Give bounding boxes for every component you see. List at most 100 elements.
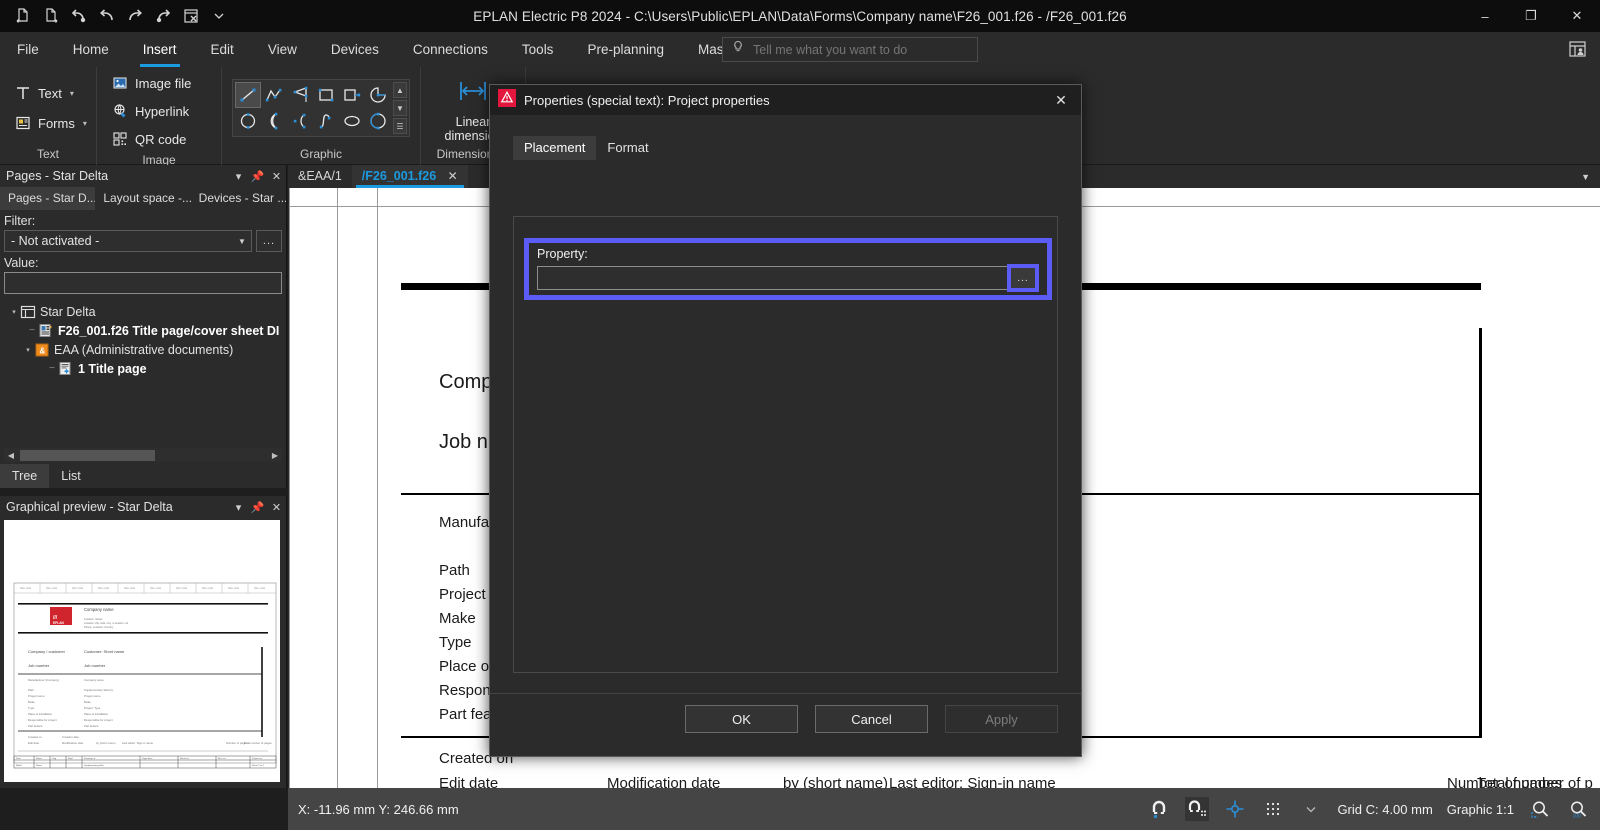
ribbon-button-text[interactable]: Text ▾ <box>10 81 78 105</box>
tab-pages[interactable]: Pages - Star D... <box>0 187 96 210</box>
dialog-close-button[interactable]: ✕ <box>1041 85 1081 115</box>
filter-combobox[interactable]: - Not activated - ▼ <box>4 230 252 252</box>
ribbon-button-image-file[interactable]: Image file <box>107 71 195 95</box>
tree-item-star-delta[interactable]: ▾ Star Delta <box>4 302 282 321</box>
svg-text:100: 100 <box>1573 814 1582 820</box>
tree-item-f26-form[interactable]: ─ F26_001.f26 Title page/cover sheet DI <box>4 321 282 340</box>
chevron-down-icon[interactable]: ▼ <box>1581 172 1600 182</box>
grid-dots-icon[interactable] <box>1261 797 1285 821</box>
gallery-scroll-up-icon[interactable]: ▲ <box>393 82 407 98</box>
line-icon[interactable] <box>235 82 261 108</box>
tell-me-search-box[interactable] <box>722 37 978 62</box>
menu-edit[interactable]: Edit <box>194 32 251 67</box>
rectangle-icon[interactable] <box>313 82 339 108</box>
tab-devices[interactable]: Devices - Star ... <box>191 187 286 210</box>
form-icon <box>38 323 54 339</box>
document-tab-f26[interactable]: /F26_001.f26 ✕ <box>351 165 468 188</box>
spline-icon[interactable] <box>313 108 339 134</box>
filter-browse-button[interactable]: ... <box>256 230 282 252</box>
arc-3point-icon[interactable] <box>261 108 287 134</box>
pin-icon[interactable]: 📌 <box>248 166 267 186</box>
svg-text:Drawing no.: Drawing no. <box>84 757 96 760</box>
scroll-left-icon[interactable]: ◀ <box>4 451 18 460</box>
tab-list[interactable]: List <box>49 464 92 488</box>
menu-view[interactable]: View <box>251 32 314 67</box>
tree-item-title-page[interactable]: ─ 1 Title page <box>4 359 282 378</box>
close-icon[interactable]: ✕ <box>267 497 286 517</box>
menu-devices[interactable]: Devices <box>314 32 396 67</box>
property-browse-label: ... <box>1017 272 1029 284</box>
undo-icon[interactable] <box>66 3 92 29</box>
panel-menu-icon[interactable]: ▾ <box>229 497 248 517</box>
chevron-down-icon[interactable]: ▾ <box>83 119 87 128</box>
menu-connections[interactable]: Connections <box>396 32 505 67</box>
redo-small-icon[interactable] <box>122 3 148 29</box>
polygon-icon[interactable] <box>287 82 313 108</box>
warning-icon <box>498 88 516 112</box>
menu-pre-planning[interactable]: Pre-planning <box>570 32 681 67</box>
title-bar: EPLAN Electric P8 2024 - C:\Users\Public… <box>0 0 1600 32</box>
tab-format[interactable]: Format <box>596 136 659 160</box>
panel-menu-icon[interactable]: ▾ <box>229 166 248 186</box>
document-tab-eaa[interactable]: &EAA/1 <box>288 165 352 188</box>
tab-layout-space[interactable]: Layout space -... <box>95 187 190 210</box>
menu-insert[interactable]: Insert <box>126 32 194 67</box>
gallery-scroll-down-icon[interactable]: ▼ <box>393 100 407 116</box>
ribbon-button-qr-code[interactable]: QR code <box>107 127 190 151</box>
value-input[interactable] <box>4 272 282 294</box>
pie-icon[interactable] <box>365 82 391 108</box>
svg-text:Rev. no.: Rev. no. <box>218 758 226 760</box>
circle-icon[interactable] <box>235 108 261 134</box>
arc-center-icon[interactable] <box>287 108 313 134</box>
ok-button[interactable]: OK <box>685 705 798 733</box>
svg-text:filter code: filter code <box>46 586 58 590</box>
cancel-button[interactable]: Cancel <box>815 705 928 733</box>
scrollbar-thumb[interactable] <box>20 449 155 461</box>
expander-icon[interactable]: ▾ <box>22 346 34 354</box>
tree-label: EAA (Administrative documents) <box>54 342 234 357</box>
minimize-button[interactable]: – <box>1462 0 1508 32</box>
customize-caret-icon[interactable] <box>206 3 232 29</box>
user-profile-icon[interactable] <box>1564 36 1592 62</box>
property-input[interactable] <box>537 266 1008 290</box>
snap-grid-magnet-icon[interactable] <box>1185 797 1210 821</box>
linear-dimension-icon <box>456 76 490 111</box>
ribbon-button-forms[interactable]: Forms ▾ <box>10 111 91 135</box>
close-button[interactable]: ✕ <box>1554 0 1600 32</box>
zoom-100-icon[interactable]: 100 <box>1566 797 1590 821</box>
pages-tree-horizontal-scrollbar[interactable]: ◀ ▶ <box>4 448 282 462</box>
close-icon[interactable]: ✕ <box>448 169 458 183</box>
gallery-expand-icon[interactable]: ☰ <box>393 118 407 134</box>
tab-tree[interactable]: Tree <box>0 464 50 488</box>
polyline-icon[interactable] <box>261 82 287 108</box>
pin-icon[interactable]: 📌 <box>248 497 267 517</box>
chevron-down-icon[interactable]: ▾ <box>70 89 74 98</box>
property-browse-button[interactable]: ... <box>1007 264 1039 292</box>
close-page-icon[interactable] <box>178 3 204 29</box>
search-input[interactable] <box>753 42 953 57</box>
svg-text:Total number of pages: Total number of pages <box>244 741 272 745</box>
rectangle-path-icon[interactable] <box>339 82 365 108</box>
expander-icon[interactable]: ▾ <box>8 308 20 316</box>
snap-magnet-icon[interactable] <box>1147 797 1171 821</box>
crosshair-icon[interactable] <box>1223 797 1247 821</box>
new-page-icon[interactable] <box>10 3 36 29</box>
maximize-button[interactable]: ❐ <box>1508 0 1554 32</box>
ellipse-arc-icon[interactable] <box>365 108 391 134</box>
ellipse-icon[interactable] <box>339 108 365 134</box>
redo-icon[interactable] <box>150 3 176 29</box>
open-page-icon[interactable] <box>38 3 64 29</box>
chevron-down-icon[interactable]: ▼ <box>233 237 251 246</box>
undo-small-icon[interactable] <box>94 3 120 29</box>
close-icon[interactable]: ✕ <box>267 166 286 186</box>
ribbon-button-hyperlink[interactable]: Hyperlink <box>107 99 193 123</box>
zoom-window-icon[interactable] <box>1528 797 1552 821</box>
tab-placement[interactable]: Placement <box>513 136 597 160</box>
scroll-right-icon[interactable]: ▶ <box>268 451 282 460</box>
preview-canvas[interactable]: filter code filter code filter code filter… <box>4 520 280 782</box>
menu-home[interactable]: Home <box>56 32 126 67</box>
menu-tools[interactable]: Tools <box>505 32 571 67</box>
menu-file[interactable]: File <box>0 32 56 67</box>
tree-item-eaa[interactable]: ▾ & EAA (Administrative documents) <box>4 340 282 359</box>
grid-caret-icon[interactable] <box>1299 797 1323 821</box>
